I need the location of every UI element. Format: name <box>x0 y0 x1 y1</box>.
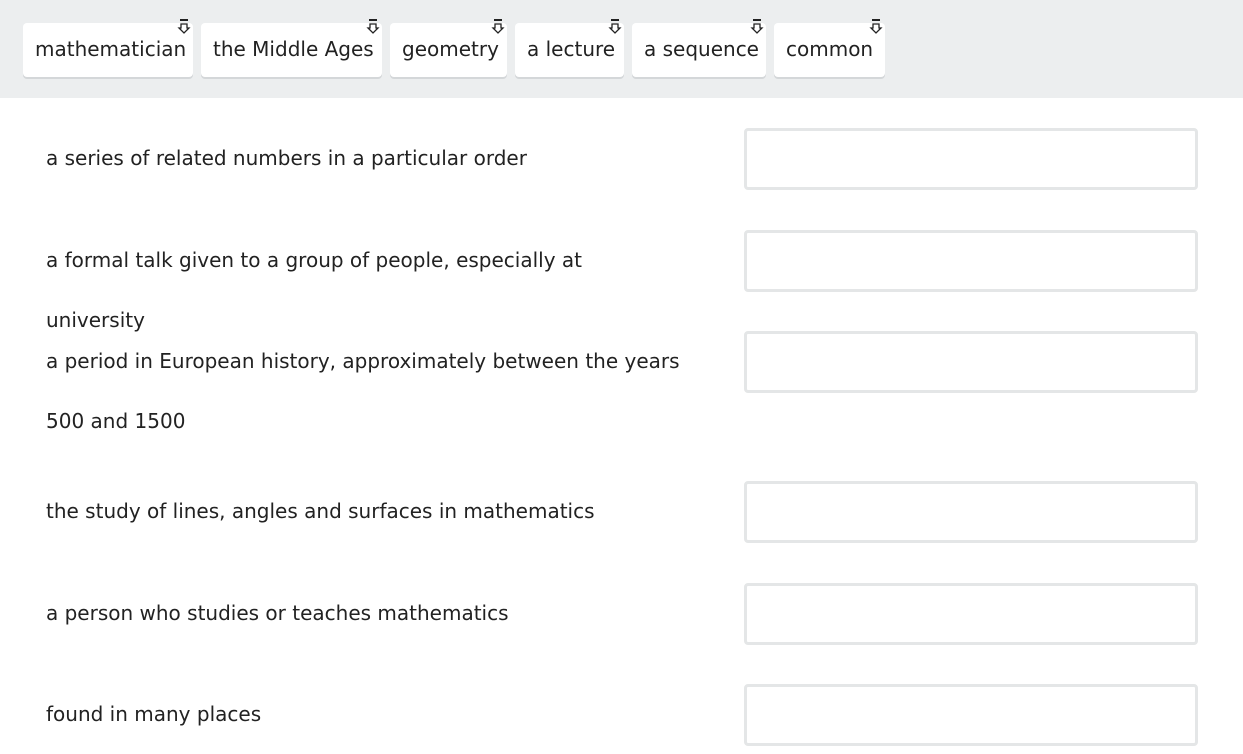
chip-label: mathematician <box>35 37 187 61</box>
definition-text: a series of related numbers in a particu… <box>46 146 527 170</box>
chip-label: a lecture <box>527 37 616 61</box>
word-bank: mathematician the Middle Ages geometry a… <box>0 0 1243 98</box>
chip-label: the Middle Ages <box>213 37 374 61</box>
drag-handle-icon <box>177 19 191 35</box>
answer-drop-zone[interactable] <box>744 331 1198 393</box>
definition-text: a period in European history, approximat… <box>46 349 680 433</box>
word-chip-mathematician[interactable]: mathematician <box>23 19 193 77</box>
answer-drop-zone[interactable] <box>744 481 1198 543</box>
chip-label: common <box>786 37 874 61</box>
drag-handle-icon <box>608 19 622 35</box>
word-chip-a-lecture[interactable]: a lecture <box>515 19 624 77</box>
answer-drop-zone[interactable] <box>744 583 1198 645</box>
drag-handle-icon <box>366 19 380 35</box>
drag-handle-icon <box>491 19 505 35</box>
answer-drop-zone[interactable] <box>744 230 1198 292</box>
definition-text: the study of lines, angles and surfaces … <box>46 499 595 523</box>
answer-drop-zone[interactable] <box>744 684 1198 746</box>
chip-label: geometry <box>402 37 499 61</box>
word-chip-the-middle-ages[interactable]: the Middle Ages <box>201 19 382 77</box>
word-chip-geometry[interactable]: geometry <box>390 19 507 77</box>
word-chip-common[interactable]: common <box>774 19 885 77</box>
answer-drop-zone[interactable] <box>744 128 1198 190</box>
definition-text: found in many places <box>46 702 262 726</box>
word-chip-a-sequence[interactable]: a sequence <box>632 19 766 77</box>
drag-handle-icon <box>869 19 883 35</box>
drag-handle-icon <box>750 19 764 35</box>
chip-label: a sequence <box>644 37 759 61</box>
definition-text: a person who studies or teaches mathemat… <box>46 601 509 625</box>
